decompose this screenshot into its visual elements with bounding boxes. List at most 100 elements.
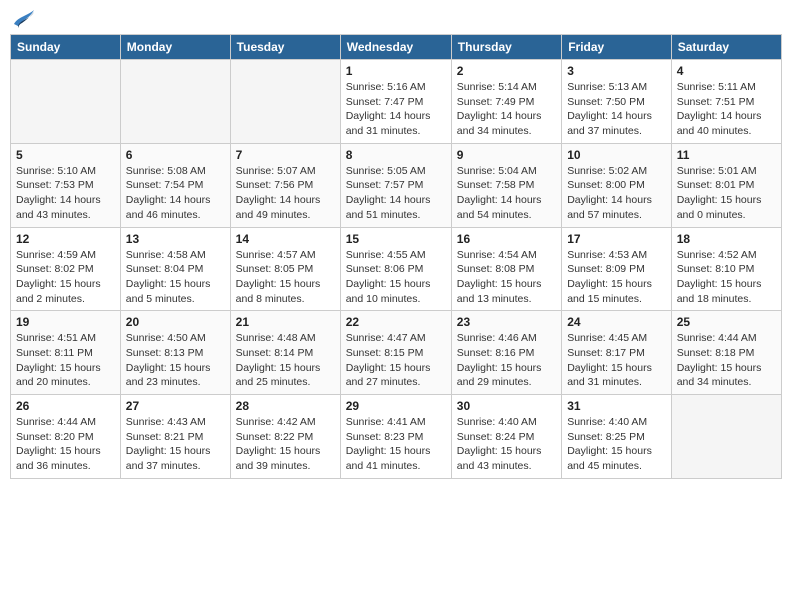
day-number: 31	[567, 399, 666, 413]
week-row-5: 26Sunrise: 4:44 AM Sunset: 8:20 PM Dayli…	[11, 395, 782, 479]
day-number: 21	[236, 315, 335, 329]
calendar-cell: 13Sunrise: 4:58 AM Sunset: 8:04 PM Dayli…	[120, 227, 230, 311]
page-header	[10, 10, 782, 28]
logo	[10, 10, 34, 28]
calendar-cell: 26Sunrise: 4:44 AM Sunset: 8:20 PM Dayli…	[11, 395, 121, 479]
calendar-cell: 9 Sunrise: 5:04 AM Sunset: 7:58 PM Daylig…	[451, 143, 561, 227]
calendar-cell: 30 Sunrise: 4:40 AM Sunset: 8:24 PM Dayli…	[451, 395, 561, 479]
day-info: Sunrise: 4:48 AM Sunset: 8:14 PM Dayligh…	[236, 331, 335, 390]
day-number: 6	[126, 148, 225, 162]
day-number: 1	[346, 64, 446, 78]
day-info: Sunrise: 5:02 AM Sunset: 8:00 PM Dayligh…	[567, 164, 666, 223]
calendar-cell: 25 Sunrise: 4:44 AM Sunset: 8:18 PM Dayli…	[671, 311, 781, 395]
calendar-cell	[11, 60, 121, 144]
calendar-cell: 20 Sunrise: 4:50 AM Sunset: 8:13 PM Dayli…	[120, 311, 230, 395]
day-info: Sunrise: 5:11 AM Sunset: 7:51 PM Dayligh…	[677, 80, 776, 139]
day-number: 23	[457, 315, 556, 329]
day-info: Sunrise: 4:50 AM Sunset: 8:13 PM Dayligh…	[126, 331, 225, 390]
calendar-cell: 31 Sunrise: 4:40 AM Sunset: 8:25 PM Dayli…	[562, 395, 672, 479]
day-number: 28	[236, 399, 335, 413]
day-number: 24	[567, 315, 666, 329]
logo-bird-icon	[12, 10, 34, 28]
weekday-header-sunday: Sunday	[11, 35, 121, 60]
week-row-3: 12 Sunrise: 4:59 AM Sunset: 8:02 PM Dayli…	[11, 227, 782, 311]
calendar-cell: 11Sunrise: 5:01 AM Sunset: 8:01 PM Dayli…	[671, 143, 781, 227]
day-number: 12	[16, 232, 115, 246]
calendar-cell: 28 Sunrise: 4:42 AM Sunset: 8:22 PM Dayli…	[230, 395, 340, 479]
calendar-cell: 15Sunrise: 4:55 AM Sunset: 8:06 PM Dayli…	[340, 227, 451, 311]
week-row-1: 1Sunrise: 5:16 AM Sunset: 7:47 PM Daylig…	[11, 60, 782, 144]
weekday-header-monday: Monday	[120, 35, 230, 60]
day-info: Sunrise: 4:54 AM Sunset: 8:08 PM Dayligh…	[457, 248, 556, 307]
calendar-cell: 12 Sunrise: 4:59 AM Sunset: 8:02 PM Dayli…	[11, 227, 121, 311]
day-info: Sunrise: 4:41 AM Sunset: 8:23 PM Dayligh…	[346, 415, 446, 474]
day-info: Sunrise: 4:57 AM Sunset: 8:05 PM Dayligh…	[236, 248, 335, 307]
day-number: 5	[16, 148, 115, 162]
day-number: 13	[126, 232, 225, 246]
calendar-cell: 29 Sunrise: 4:41 AM Sunset: 8:23 PM Dayli…	[340, 395, 451, 479]
day-number: 16	[457, 232, 556, 246]
day-info: Sunrise: 4:47 AM Sunset: 8:15 PM Dayligh…	[346, 331, 446, 390]
day-number: 14	[236, 232, 335, 246]
day-number: 3	[567, 64, 666, 78]
weekday-header-row: SundayMondayTuesdayWednesdayThursdayFrid…	[11, 35, 782, 60]
day-number: 22	[346, 315, 446, 329]
calendar-cell	[671, 395, 781, 479]
day-number: 7	[236, 148, 335, 162]
calendar-cell: 18Sunrise: 4:52 AM Sunset: 8:10 PM Dayli…	[671, 227, 781, 311]
calendar-cell: 14 Sunrise: 4:57 AM Sunset: 8:05 PM Dayli…	[230, 227, 340, 311]
calendar-cell: 6 Sunrise: 5:08 AM Sunset: 7:54 PM Daylig…	[120, 143, 230, 227]
day-info: Sunrise: 4:43 AM Sunset: 8:21 PM Dayligh…	[126, 415, 225, 474]
calendar-cell: 7 Sunrise: 5:07 AM Sunset: 7:56 PM Daylig…	[230, 143, 340, 227]
week-row-4: 19 Sunrise: 4:51 AM Sunset: 8:11 PM Dayli…	[11, 311, 782, 395]
calendar-cell: 19 Sunrise: 4:51 AM Sunset: 8:11 PM Dayli…	[11, 311, 121, 395]
day-info: Sunrise: 4:44 AM Sunset: 8:18 PM Dayligh…	[677, 331, 776, 390]
day-number: 17	[567, 232, 666, 246]
weekday-header-friday: Friday	[562, 35, 672, 60]
calendar-cell: 21 Sunrise: 4:48 AM Sunset: 8:14 PM Dayli…	[230, 311, 340, 395]
day-info: Sunrise: 5:10 AM Sunset: 7:53 PM Dayligh…	[16, 164, 115, 223]
day-number: 27	[126, 399, 225, 413]
day-info: Sunrise: 5:05 AM Sunset: 7:57 PM Dayligh…	[346, 164, 446, 223]
calendar-cell: 24 Sunrise: 4:45 AM Sunset: 8:17 PM Dayli…	[562, 311, 672, 395]
day-info: Sunrise: 4:42 AM Sunset: 8:22 PM Dayligh…	[236, 415, 335, 474]
day-number: 9	[457, 148, 556, 162]
day-info: Sunrise: 4:40 AM Sunset: 8:25 PM Dayligh…	[567, 415, 666, 474]
day-info: Sunrise: 5:08 AM Sunset: 7:54 PM Dayligh…	[126, 164, 225, 223]
day-info: Sunrise: 4:51 AM Sunset: 8:11 PM Dayligh…	[16, 331, 115, 390]
calendar-cell: 3Sunrise: 5:13 AM Sunset: 7:50 PM Daylig…	[562, 60, 672, 144]
day-number: 4	[677, 64, 776, 78]
day-info: Sunrise: 4:59 AM Sunset: 8:02 PM Dayligh…	[16, 248, 115, 307]
weekday-header-tuesday: Tuesday	[230, 35, 340, 60]
day-info: Sunrise: 4:53 AM Sunset: 8:09 PM Dayligh…	[567, 248, 666, 307]
calendar-cell	[230, 60, 340, 144]
weekday-header-wednesday: Wednesday	[340, 35, 451, 60]
day-number: 8	[346, 148, 446, 162]
day-info: Sunrise: 5:14 AM Sunset: 7:49 PM Dayligh…	[457, 80, 556, 139]
week-row-2: 5 Sunrise: 5:10 AM Sunset: 7:53 PM Daylig…	[11, 143, 782, 227]
day-info: Sunrise: 4:40 AM Sunset: 8:24 PM Dayligh…	[457, 415, 556, 474]
calendar-cell	[120, 60, 230, 144]
calendar-cell: 16 Sunrise: 4:54 AM Sunset: 8:08 PM Dayli…	[451, 227, 561, 311]
day-number: 18	[677, 232, 776, 246]
day-number: 19	[16, 315, 115, 329]
day-number: 10	[567, 148, 666, 162]
day-number: 20	[126, 315, 225, 329]
day-number: 25	[677, 315, 776, 329]
day-info: Sunrise: 5:07 AM Sunset: 7:56 PM Dayligh…	[236, 164, 335, 223]
calendar-cell: 23 Sunrise: 4:46 AM Sunset: 8:16 PM Dayli…	[451, 311, 561, 395]
day-number: 29	[346, 399, 446, 413]
calendar-cell: 8 Sunrise: 5:05 AM Sunset: 7:57 PM Daylig…	[340, 143, 451, 227]
calendar-cell: 22 Sunrise: 4:47 AM Sunset: 8:15 PM Dayli…	[340, 311, 451, 395]
day-info: Sunrise: 4:46 AM Sunset: 8:16 PM Dayligh…	[457, 331, 556, 390]
day-info: Sunrise: 4:45 AM Sunset: 8:17 PM Dayligh…	[567, 331, 666, 390]
calendar-cell: 2 Sunrise: 5:14 AM Sunset: 7:49 PM Daylig…	[451, 60, 561, 144]
day-number: 2	[457, 64, 556, 78]
calendar-cell: 10 Sunrise: 5:02 AM Sunset: 8:00 PM Dayli…	[562, 143, 672, 227]
day-info: Sunrise: 4:44 AM Sunset: 8:20 PM Dayligh…	[16, 415, 115, 474]
day-number: 30	[457, 399, 556, 413]
day-info: Sunrise: 5:04 AM Sunset: 7:58 PM Dayligh…	[457, 164, 556, 223]
calendar-cell: 4 Sunrise: 5:11 AM Sunset: 7:51 PM Daylig…	[671, 60, 781, 144]
calendar-cell: 27 Sunrise: 4:43 AM Sunset: 8:21 PM Dayli…	[120, 395, 230, 479]
calendar-table: SundayMondayTuesdayWednesdayThursdayFrid…	[10, 34, 782, 479]
